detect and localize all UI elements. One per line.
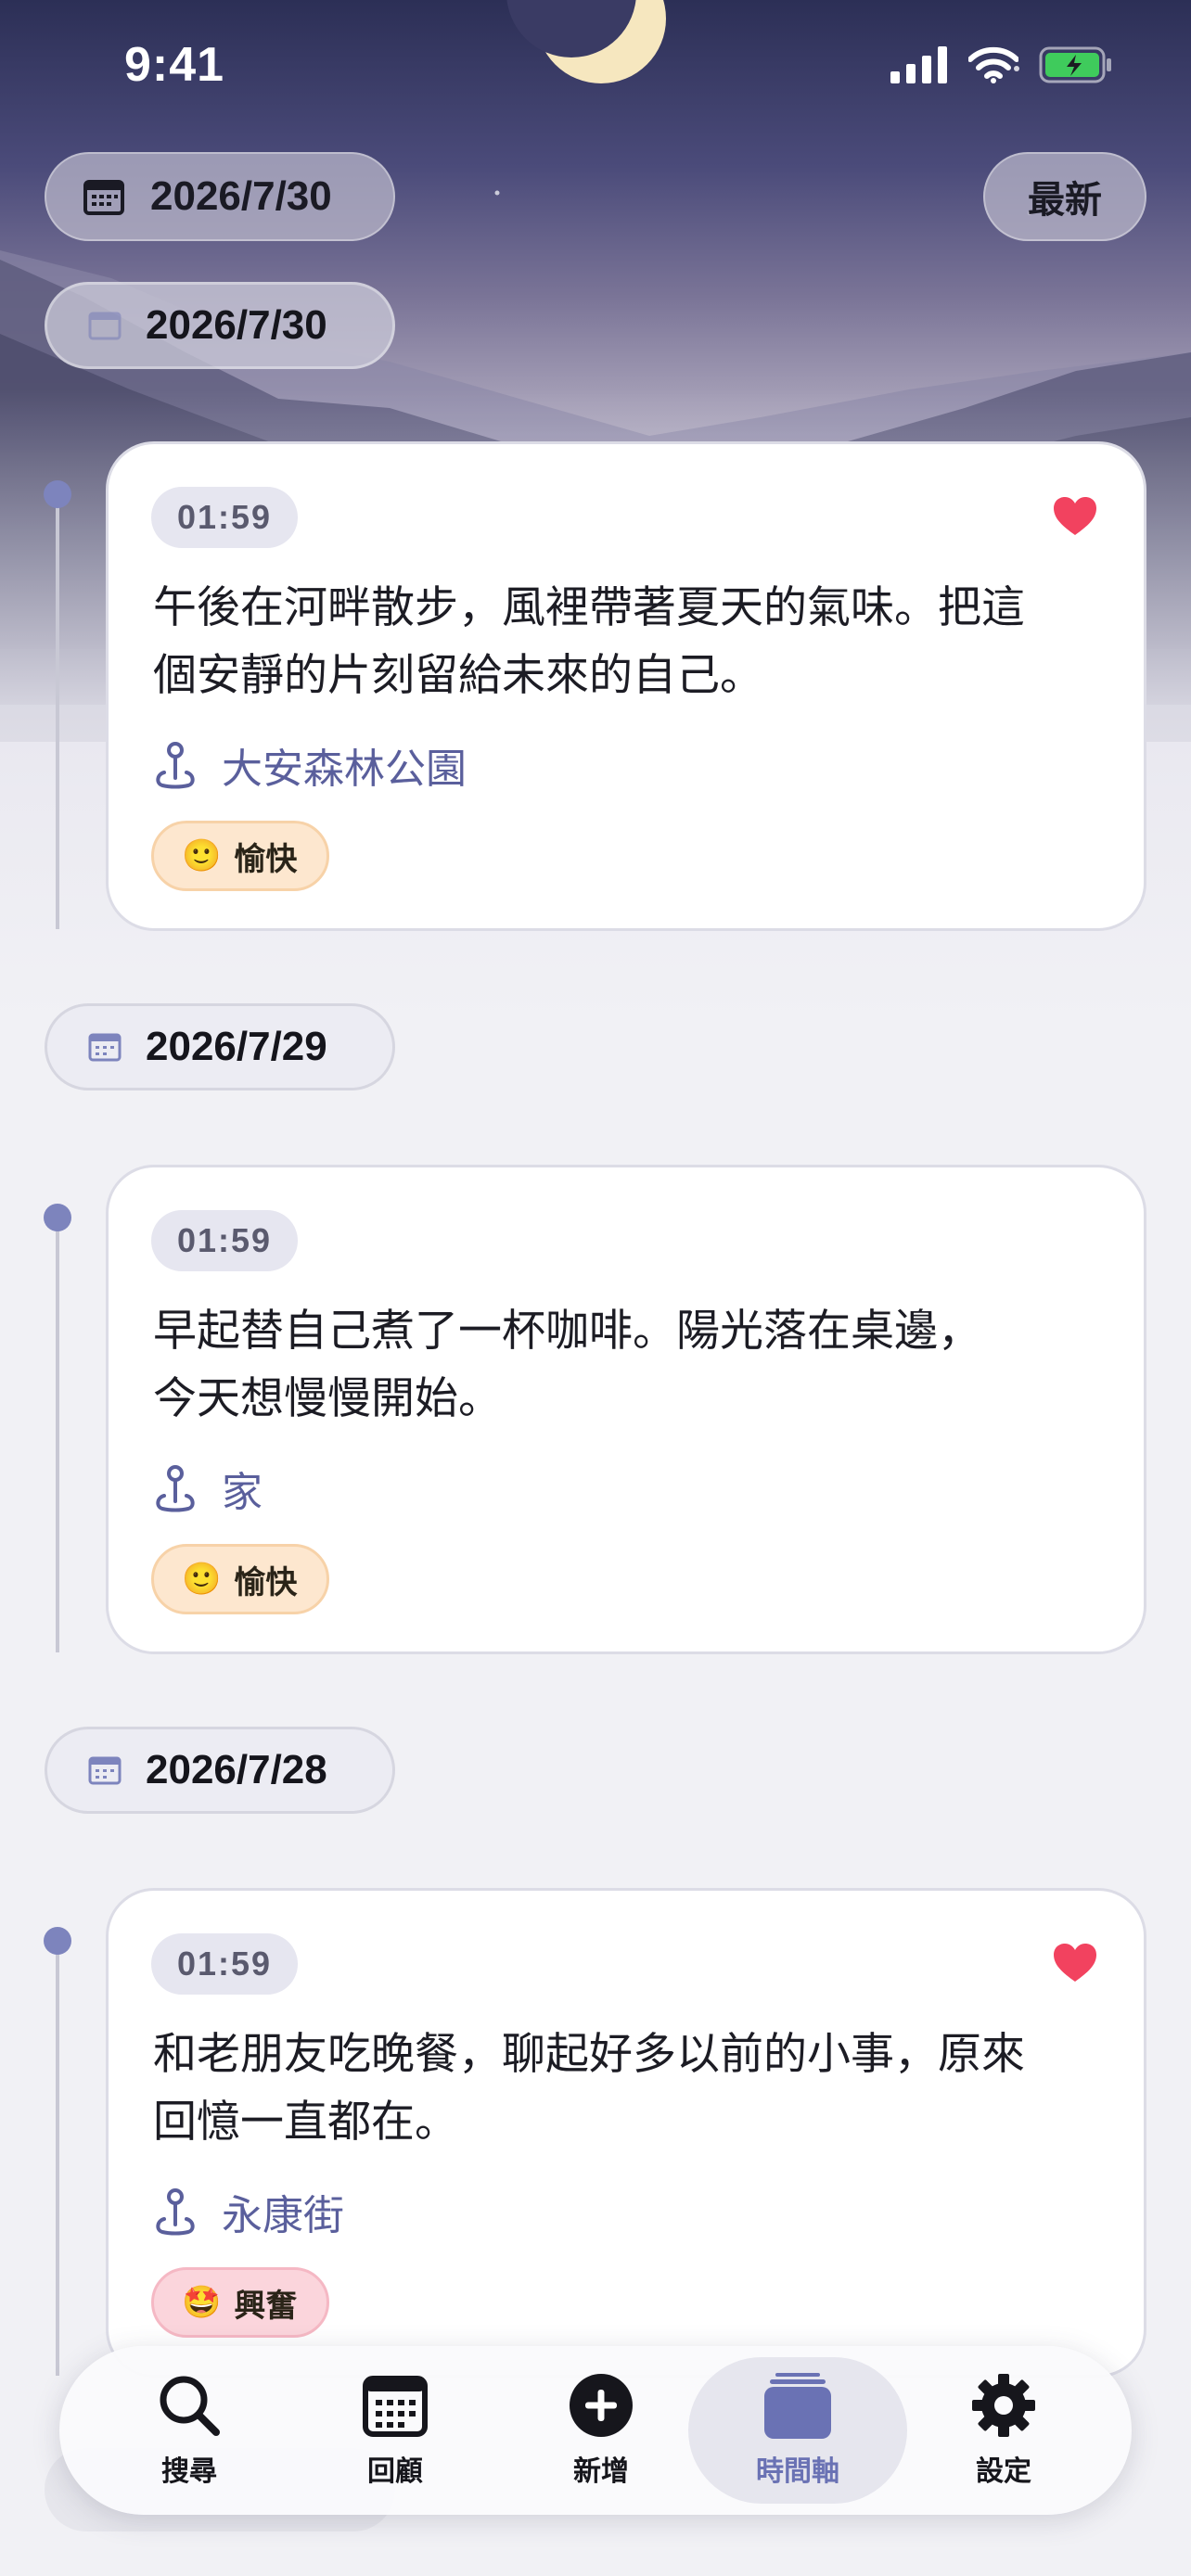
tab-label: 搜尋 bbox=[161, 2455, 217, 2488]
status-icons bbox=[890, 46, 1113, 83]
location-name: 家 bbox=[222, 1469, 263, 1516]
timeline-dot bbox=[44, 480, 71, 508]
date-header-label: 2026/7/30 bbox=[146, 302, 327, 348]
journal-entry-card[interactable]: 01:59 和老朋友吃晚餐，聊起好多以前的小事，原來 回憶一直都在。 永康街 🤩… bbox=[106, 1888, 1146, 2378]
latest-button[interactable]: 最新 bbox=[983, 152, 1146, 241]
timeline-dot bbox=[44, 1204, 71, 1231]
location-pin-icon bbox=[156, 2188, 195, 2236]
calendar-icon bbox=[88, 1756, 122, 1785]
date-header: 2026/7/29 bbox=[45, 1003, 395, 1090]
timeline-line bbox=[56, 1940, 59, 2376]
mood-badge: 🤩 興奮 bbox=[151, 2267, 330, 2338]
date-header-label: 2026/7/29 bbox=[146, 1024, 327, 1069]
status-time: 9:41 bbox=[124, 38, 225, 92]
entry-time: 01:59 bbox=[151, 1210, 298, 1271]
bottom-tab-bar: 搜尋 回顧 新增 時間軸 設定 bbox=[59, 2346, 1132, 2515]
entry-text: 早起替自己煮了一杯咖啡。陽光落在桌邊， 今天想慢慢開始。 bbox=[153, 1306, 981, 1424]
mood-label: 愉快 bbox=[234, 1563, 298, 1601]
location-name: 永康街 bbox=[222, 2192, 344, 2239]
mood-label: 愉快 bbox=[234, 840, 298, 878]
cellular-signal-icon bbox=[890, 46, 947, 83]
tab-label: 回顧 bbox=[367, 2455, 423, 2488]
journal-entry-card[interactable]: 01:59 早起替自己煮了一杯咖啡。陽光落在桌邊， 今天想慢慢開始。 家 🙂 愉… bbox=[106, 1165, 1146, 1654]
battery-charging-icon bbox=[1039, 46, 1111, 83]
calendar-icon bbox=[88, 312, 122, 340]
date-picker-button[interactable]: 2026/7/30 bbox=[45, 152, 395, 241]
entry-text: 午後在河畔散步，風裡帶著夏天的氣味。把這 個安靜的片刻留給未來的自己。 bbox=[153, 582, 1025, 701]
entry-text: 和老朋友吃晚餐，聊起好多以前的小事，原來 回憶一直都在。 bbox=[153, 2029, 1025, 2148]
calendar-icon bbox=[83, 180, 124, 215]
favorite-heart-icon[interactable] bbox=[1053, 1943, 1097, 1983]
search-icon bbox=[160, 2376, 220, 2436]
date-header: 2026/7/30 bbox=[45, 282, 395, 369]
tab-label: 設定 bbox=[976, 2455, 1031, 2488]
timeline-stack-icon bbox=[764, 2373, 831, 2439]
entry-time: 01:59 bbox=[151, 1933, 298, 1995]
tab-review[interactable]: 回顧 bbox=[286, 2357, 505, 2504]
tab-search[interactable]: 搜尋 bbox=[80, 2357, 299, 2504]
journal-entry-card[interactable]: 01:59 午後在河畔散步，風裡帶著夏天的氣味。把這 個安靜的片刻留給未來的自己… bbox=[106, 441, 1146, 931]
gear-icon bbox=[972, 2374, 1035, 2437]
calendar-icon bbox=[363, 2376, 428, 2437]
tab-label: 時間軸 bbox=[756, 2455, 839, 2488]
entry-time: 01:59 bbox=[151, 487, 298, 548]
location-pin-icon bbox=[156, 742, 195, 789]
entry-location[interactable]: 永康街 bbox=[153, 2182, 344, 2241]
mood-badge: 🙂 愉快 bbox=[151, 821, 330, 891]
timeline-line bbox=[56, 1217, 59, 1652]
add-circle-icon bbox=[570, 2374, 633, 2437]
entry-location[interactable]: 家 bbox=[153, 1459, 263, 1518]
moon-icon bbox=[506, 0, 666, 83]
timeline-dot bbox=[44, 1927, 71, 1955]
location-pin-icon bbox=[156, 1465, 195, 1512]
entry-location[interactable]: 大安森林公園 bbox=[153, 735, 467, 795]
tab-timeline[interactable]: 時間軸 bbox=[688, 2357, 907, 2504]
tab-add[interactable]: 新增 bbox=[492, 2357, 711, 2504]
mood-badge: 🙂 愉快 bbox=[151, 1544, 330, 1614]
date-header: 2026/7/28 bbox=[45, 1727, 395, 1814]
date-header-label: 2026/7/28 bbox=[146, 1747, 327, 1792]
tab-label: 新增 bbox=[573, 2455, 629, 2488]
mood-emoji: 🤩 bbox=[182, 2284, 222, 2321]
favorite-heart-icon[interactable] bbox=[1053, 496, 1097, 537]
mood-emoji: 🙂 bbox=[182, 837, 222, 874]
calendar-icon bbox=[88, 1033, 122, 1062]
wifi-icon bbox=[968, 46, 1018, 83]
location-name: 大安森林公園 bbox=[222, 746, 467, 793]
tab-settings[interactable]: 設定 bbox=[894, 2357, 1113, 2504]
current-date-label: 2026/7/30 bbox=[150, 173, 332, 219]
mood-emoji: 🙂 bbox=[182, 1561, 222, 1598]
mood-label: 興奮 bbox=[234, 2287, 298, 2325]
timeline-line bbox=[56, 493, 59, 929]
